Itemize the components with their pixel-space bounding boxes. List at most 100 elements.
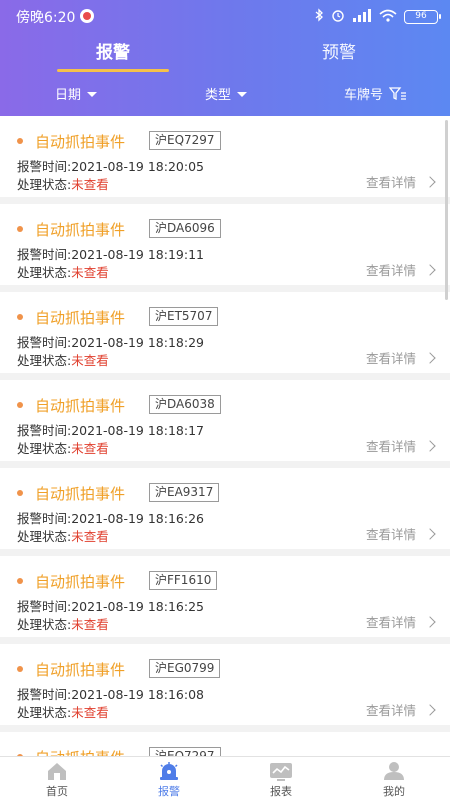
filter-bar: 日期 类型 车牌号 — [0, 84, 450, 106]
process-status-value: 未查看 — [71, 529, 109, 544]
alarm-time-value: 2021-08-19 18:16:26 — [71, 511, 204, 526]
process-status-value: 未查看 — [71, 353, 109, 368]
event-title: 自动抓拍事件 — [35, 309, 126, 327]
process-status-value: 未查看 — [71, 705, 109, 720]
event-dot — [17, 402, 23, 408]
license-plate-badge: 沪DA6096 — [149, 219, 221, 238]
alarm-time-label: 报警时间: — [17, 335, 72, 350]
alarm-time-row: 报警时间:2021-08-19 18:16:26 — [17, 508, 204, 527]
type-filter[interactable]: 类型 — [205, 84, 248, 103]
alarm-time-row: 报警时间:2021-08-19 18:18:29 — [17, 332, 204, 351]
view-detail-link[interactable]: 查看详情 — [365, 524, 436, 543]
process-status-label: 处理状态: — [17, 353, 72, 368]
plate-filter-label: 车牌号 — [344, 88, 384, 103]
funnel-filter-icon — [388, 86, 407, 101]
nav-report-label: 报表 — [270, 785, 292, 798]
nav-mine[interactable]: 我的 — [354, 761, 434, 799]
view-detail-label: 查看详情 — [365, 439, 416, 454]
alarm-card[interactable]: 自动抓拍事件 沪ET5707 报警时间:2021-08-19 18:18:29 处理状… — [0, 292, 450, 373]
chevron-right-icon — [424, 703, 436, 716]
process-status-label: 处理状态: — [17, 529, 72, 544]
view-detail-link[interactable]: 查看详情 — [365, 612, 436, 631]
event-title: 自动抓拍事件 — [35, 133, 126, 151]
view-detail-label: 查看详情 — [365, 703, 416, 718]
alarm-time-row: 报警时间:2021-08-19 18:19:11 — [17, 244, 204, 263]
tab-warning[interactable]: 预警 — [283, 38, 395, 63]
header: 傍晚6:20 96 报警 预警 日期 类型 车牌号 — [0, 0, 450, 116]
license-plate-badge: 沪EQ7297 — [149, 747, 221, 756]
view-detail-label: 查看详情 — [365, 615, 416, 630]
event-dot — [17, 490, 23, 496]
process-status-row: 处理状态:未查看 — [17, 526, 109, 545]
chevron-right-icon — [424, 175, 436, 188]
view-detail-link[interactable]: 查看详情 — [365, 436, 436, 455]
alarm-siren-icon — [129, 761, 209, 781]
view-detail-link[interactable]: 查看详情 — [366, 260, 436, 279]
battery-icon: 96 — [404, 9, 441, 24]
alarm-time-label: 报警时间: — [17, 159, 72, 174]
process-status-value: 未查看 — [71, 617, 109, 632]
nav-mine-label: 我的 — [383, 785, 405, 798]
plate-filter[interactable]: 车牌号 — [344, 84, 407, 103]
process-status-label: 处理状态: — [17, 617, 72, 632]
alarm-card[interactable]: 自动抓拍事件 沪DA6038 报警时间:2021-08-19 18:18:17 处理状… — [0, 380, 450, 461]
alarm-time-row: 报警时间:2021-08-19 18:18:17 — [17, 420, 204, 439]
alarm-card[interactable]: 自动抓拍事件 沪DA6096 报警时间:2021-08-19 18:19:11 处理状… — [0, 204, 450, 285]
process-status-label: 处理状态: — [17, 265, 72, 280]
process-status-value: 未查看 — [71, 441, 109, 456]
view-detail-label: 查看详情 — [365, 527, 416, 542]
alarm-card[interactable]: 自动抓拍事件沪EQ7297报警时间:处理状态:查看详情 — [0, 732, 450, 756]
tab-bar: 报警 预警 — [0, 38, 450, 74]
date-filter[interactable]: 日期 — [55, 84, 98, 103]
process-status-label: 处理状态: — [17, 705, 72, 720]
license-plate-badge: 沪DA6038 — [149, 395, 221, 414]
alarm-list[interactable]: 自动抓拍事件 沪EQ7297 报警时间:2021-08-19 18:20:05 处理状… — [0, 116, 450, 756]
view-detail-link[interactable]: 查看详情 — [365, 172, 436, 191]
view-detail-link[interactable]: 查看详情 — [365, 700, 436, 719]
alarm-time-value: 2021-08-19 18:16:08 — [71, 687, 204, 702]
alarm-card[interactable]: 自动抓拍事件 沪EQ7297 报警时间:2021-08-19 18:20:05 处理状… — [0, 116, 450, 197]
process-status-row: 处理状态:未查看 — [17, 614, 109, 633]
alarm-time-value: 2021-08-19 18:16:25 — [71, 599, 204, 614]
scrollbar[interactable] — [445, 120, 448, 300]
process-status-value: 未查看 — [71, 265, 109, 280]
license-plate-badge: 沪ET5707 — [149, 307, 219, 326]
process-status-row: 处理状态:未查看 — [17, 702, 109, 721]
alarm-time-label: 报警时间: — [17, 247, 72, 262]
process-status-value: 未查看 — [71, 177, 109, 192]
bluetooth-icon — [315, 8, 324, 25]
caret-down-icon — [237, 92, 248, 97]
bottom-nav: 首页 报警 报表 我的 — [0, 756, 450, 800]
event-title: 自动抓拍事件 — [35, 747, 125, 756]
alarm-time-value: 2021-08-19 18:18:17 — [71, 423, 204, 438]
view-detail-label: 查看详情 — [365, 175, 416, 190]
alarm-time-row: 报警时间:2021-08-19 18:20:05 — [17, 156, 204, 175]
alarm-time-label: 报警时间: — [17, 687, 72, 702]
alarm-time-value: 2021-08-19 18:19:11 — [71, 247, 204, 262]
nav-report[interactable]: 报表 — [241, 761, 321, 799]
report-chart-icon — [241, 761, 321, 781]
alarm-card[interactable]: 自动抓拍事件 沪FF1610 报警时间:2021-08-19 18:16:25 处理状… — [0, 556, 450, 637]
process-status-row: 处理状态:未查看 — [17, 350, 109, 369]
alarm-card[interactable]: 自动抓拍事件 沪EA9317 报警时间:2021-08-19 18:16:26 处理状… — [0, 468, 450, 549]
view-detail-link[interactable]: 查看详情 — [365, 348, 436, 367]
alarm-time-row: 报警时间:2021-08-19 18:16:25 — [17, 596, 204, 615]
process-status-label: 处理状态: — [17, 177, 72, 192]
tab-alarm[interactable]: 报警 — [57, 38, 169, 63]
event-dot — [17, 314, 23, 320]
process-status-row: 处理状态:未查看 — [17, 262, 109, 281]
event-dot — [17, 226, 23, 232]
license-plate-badge: 沪EQ7297 — [149, 131, 221, 150]
weibo-icon — [80, 9, 94, 23]
caret-down-icon — [87, 92, 98, 97]
event-title: 自动抓拍事件 — [35, 397, 126, 415]
nav-home-label: 首页 — [46, 785, 68, 798]
nav-alarm[interactable]: 报警 — [129, 761, 209, 799]
alarm-card[interactable]: 自动抓拍事件 沪EG0799 报警时间:2021-08-19 18:16:08 处理状… — [0, 644, 450, 725]
event-title: 自动抓拍事件 — [35, 573, 126, 591]
license-plate-badge: 沪EA9317 — [149, 483, 220, 502]
process-status-row: 处理状态:未查看 — [17, 174, 109, 193]
view-detail-label: 查看详情 — [365, 351, 416, 366]
nav-home[interactable]: 首页 — [17, 761, 97, 799]
license-plate-badge: 沪EG0799 — [149, 659, 221, 678]
